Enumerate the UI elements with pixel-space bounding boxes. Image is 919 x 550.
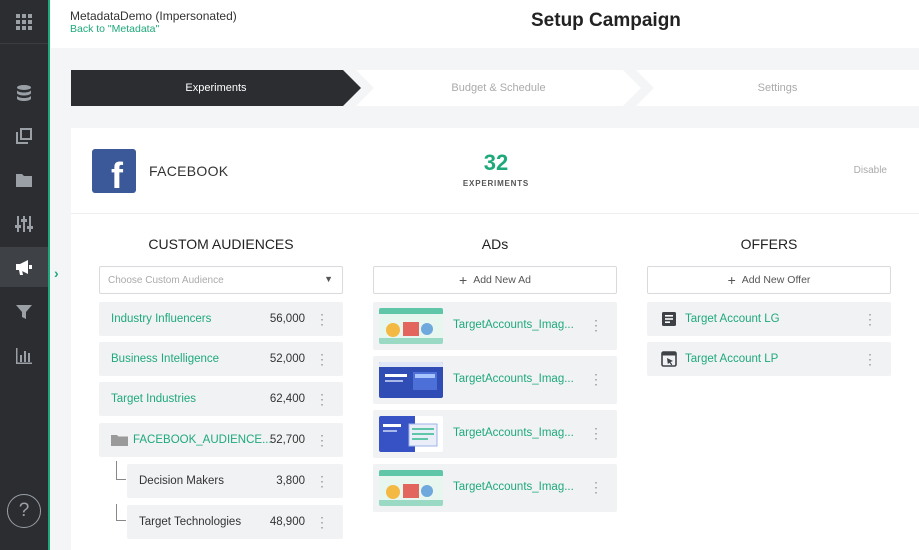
more-options-icon[interactable]: ⋮ xyxy=(589,371,603,388)
ad-label: TargetAccounts_Imag... xyxy=(453,373,574,385)
audience-row[interactable]: Industry Influencers 56,000 ⋮ xyxy=(99,302,343,336)
platform-header: f FACEBOOK 32 EXPERIMENTS Disable xyxy=(71,128,919,214)
megaphone-icon[interactable] xyxy=(0,247,48,287)
header: MetadataDemo (Impersonated) Back to "Met… xyxy=(51,0,919,48)
facebook-logo-icon: f xyxy=(92,149,136,193)
database-icon[interactable] xyxy=(0,73,48,113)
offers-title: OFFERS xyxy=(740,236,798,252)
dropdown-placeholder: Choose Custom Audience xyxy=(108,275,224,286)
audience-label: Business Intelligence xyxy=(111,353,220,365)
audience-row[interactable]: Target Industries 62,400 ⋮ xyxy=(99,382,343,416)
audience-label: Target Industries xyxy=(111,393,197,405)
more-options-icon[interactable]: ⋮ xyxy=(315,312,329,326)
offer-label: Target Account LG xyxy=(685,313,780,325)
audience-count: 56,000 xyxy=(269,313,305,325)
step-budget-schedule[interactable]: Budget & Schedule xyxy=(356,70,641,106)
tree-connector xyxy=(116,504,126,521)
ad-thumbnail xyxy=(379,470,443,506)
ad-label: TargetAccounts_Imag... xyxy=(453,481,574,493)
plus-icon: + xyxy=(727,272,736,288)
audience-sub-row[interactable]: Target Technologies 48,900 ⋮ xyxy=(127,505,343,539)
ad-row[interactable]: TargetAccounts_Imag... ⋮ xyxy=(373,356,617,404)
back-link[interactable]: Back to "Metadata" xyxy=(70,23,159,35)
more-options-icon[interactable]: ⋮ xyxy=(315,433,329,447)
tree-connector xyxy=(116,461,126,480)
more-options-icon[interactable]: ⋮ xyxy=(315,474,329,488)
add-new-ad-label: Add New Ad xyxy=(473,274,531,286)
offer-label: Target Account LP xyxy=(685,353,779,365)
bar-chart-icon[interactable] xyxy=(0,336,48,376)
custom-audience-dropdown[interactable]: Choose Custom Audience ▼ xyxy=(99,266,343,294)
audience-count: 62,400 xyxy=(269,393,305,405)
sliders-icon[interactable] xyxy=(0,204,48,244)
campaign-card: f FACEBOOK 32 EXPERIMENTS Disable CUSTOM… xyxy=(71,128,919,550)
more-options-icon[interactable]: ⋮ xyxy=(315,352,329,366)
sidebar: ? xyxy=(0,0,50,550)
ad-thumbnail xyxy=(379,362,443,398)
ad-row[interactable]: TargetAccounts_Imag... ⋮ xyxy=(373,464,617,512)
experiments-count: 32 xyxy=(483,150,509,175)
ad-row[interactable]: TargetAccounts_Imag... ⋮ xyxy=(373,302,617,350)
step-label: Settings xyxy=(757,82,798,94)
ad-label: TargetAccounts_Imag... xyxy=(453,319,574,331)
chevron-down-icon: ▼ xyxy=(324,274,333,284)
experiments-label: EXPERIMENTS xyxy=(462,179,530,188)
add-new-ad-button[interactable]: + Add New Ad xyxy=(373,266,617,294)
plus-icon: + xyxy=(459,272,468,288)
more-options-icon[interactable]: ⋮ xyxy=(863,352,877,366)
step-label: Experiments xyxy=(185,82,247,94)
stepper: Experiments Budget & Schedule Settings xyxy=(71,70,919,106)
more-options-icon[interactable]: ⋮ xyxy=(315,515,329,529)
audience-label: Target Technologies xyxy=(139,516,242,528)
form-icon xyxy=(662,312,676,326)
step-experiments[interactable]: Experiments xyxy=(71,70,361,106)
ad-thumbnail xyxy=(379,308,443,344)
apps-grid-icon[interactable] xyxy=(0,0,48,44)
audience-label: Decision Makers xyxy=(139,475,224,487)
add-new-offer-button[interactable]: + Add New Offer xyxy=(647,266,891,294)
more-options-icon[interactable]: ⋮ xyxy=(589,479,603,496)
step-label: Budget & Schedule xyxy=(451,82,546,94)
custom-audiences-title: CUSTOM AUDIENCES xyxy=(148,236,294,252)
audience-count: 52,700 xyxy=(269,434,305,446)
offer-row[interactable]: Target Account LP ⋮ xyxy=(647,342,891,376)
disable-button[interactable]: Disable xyxy=(854,165,887,176)
audience-row[interactable]: Business Intelligence 52,000 ⋮ xyxy=(99,342,343,376)
offer-row[interactable]: Target Account LG ⋮ xyxy=(647,302,891,336)
platform-name: FACEBOOK xyxy=(149,163,229,179)
audience-folder-row[interactable]: FACEBOOK_AUDIENCE... 52,700 ⋮ xyxy=(99,423,343,457)
ads-title: ADs xyxy=(481,236,509,252)
account-name: MetadataDemo (Impersonated) xyxy=(70,9,237,23)
audience-sub-row[interactable]: Decision Makers 3,800 ⋮ xyxy=(127,464,343,498)
more-options-icon[interactable]: ⋮ xyxy=(863,312,877,326)
more-options-icon[interactable]: ⋮ xyxy=(315,392,329,406)
ad-thumbnail xyxy=(379,416,443,452)
landing-page-icon xyxy=(661,351,677,367)
step-settings[interactable]: Settings xyxy=(636,70,919,106)
expand-sidebar-chevron-icon[interactable]: › xyxy=(54,265,59,281)
ad-label: TargetAccounts_Imag... xyxy=(453,427,574,439)
copy-icon[interactable] xyxy=(0,116,48,156)
help-button[interactable]: ? xyxy=(7,494,41,528)
audience-count: 52,000 xyxy=(269,353,305,365)
page-title: Setup Campaign xyxy=(531,10,681,31)
add-new-offer-label: Add New Offer xyxy=(741,274,811,286)
folder-icon[interactable] xyxy=(0,160,48,200)
audience-label: FACEBOOK_AUDIENCE... xyxy=(133,434,272,446)
more-options-icon[interactable]: ⋮ xyxy=(589,425,603,442)
ad-row[interactable]: TargetAccounts_Imag... ⋮ xyxy=(373,410,617,458)
folder-icon xyxy=(111,435,128,446)
filter-icon[interactable] xyxy=(0,292,48,332)
audience-count: 3,800 xyxy=(276,475,305,487)
more-options-icon[interactable]: ⋮ xyxy=(589,317,603,334)
audience-label: Industry Influencers xyxy=(111,313,212,325)
audience-count: 48,900 xyxy=(269,516,305,528)
